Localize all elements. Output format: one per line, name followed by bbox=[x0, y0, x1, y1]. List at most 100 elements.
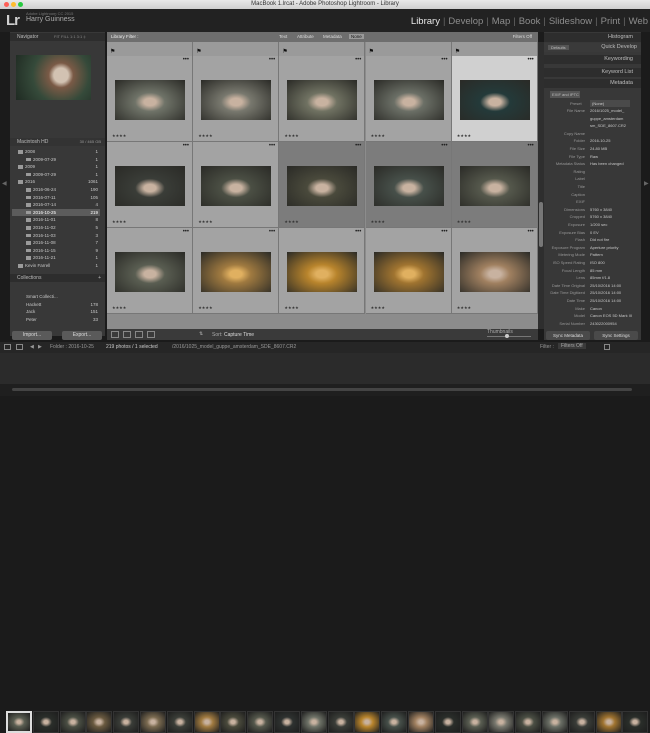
folder-row[interactable]: 2016-06-24 190 bbox=[12, 186, 100, 193]
thumbnail-size-handle[interactable] bbox=[505, 334, 509, 338]
thumbnail-cell[interactable]: ⚑ bbox=[279, 42, 366, 56]
more-options-icon[interactable]: ••• bbox=[527, 143, 533, 149]
rating-stars[interactable]: ★★★★ bbox=[112, 305, 126, 310]
keywording-header[interactable]: Keywording bbox=[544, 55, 641, 64]
filmstrip-thumbnail[interactable] bbox=[220, 711, 247, 733]
filmstrip-thumbnail[interactable] bbox=[515, 711, 542, 733]
filmstrip-thumbnail[interactable] bbox=[461, 711, 488, 733]
defaults-dropdown[interactable]: Defaults bbox=[548, 45, 569, 50]
rating-stars[interactable]: ★★★★ bbox=[371, 133, 385, 138]
filmstrip-thumbnail[interactable] bbox=[408, 711, 434, 733]
photo-thumbnail[interactable] bbox=[287, 80, 358, 120]
pick-flag-icon[interactable]: ⚑ bbox=[369, 48, 374, 55]
histogram-header[interactable]: Histogram bbox=[544, 33, 641, 42]
compare-view-icon[interactable] bbox=[135, 331, 143, 338]
folder-row[interactable]: Kevin Farrell 1 bbox=[12, 262, 100, 269]
photo-thumbnail[interactable] bbox=[287, 252, 358, 292]
metadata-value[interactable]: 5760 x 3840 bbox=[590, 214, 612, 219]
more-options-icon[interactable]: ••• bbox=[441, 143, 447, 149]
sort-direction-icon[interactable]: ⇅ bbox=[199, 331, 203, 337]
photo-thumbnail[interactable] bbox=[459, 80, 530, 120]
rating-stars[interactable]: ★★★★ bbox=[112, 219, 126, 224]
filter-attribute[interactable]: Attribute bbox=[297, 34, 314, 39]
filmstrip-thumbnail[interactable] bbox=[86, 711, 113, 733]
filmstrip-thumbnail[interactable] bbox=[542, 711, 568, 733]
photo-thumbnail[interactable] bbox=[373, 252, 444, 292]
metadata-value[interactable]: 25/10/2016 14:00 bbox=[590, 290, 621, 295]
metadata-value[interactable]: 2016-10-25 bbox=[590, 138, 610, 143]
metadata-value[interactable]: 85mm f/1.8 bbox=[590, 275, 610, 280]
sync-metadata-button[interactable]: Sync Metadata bbox=[546, 331, 590, 340]
pick-flag-icon[interactable]: ⚑ bbox=[196, 48, 201, 55]
thumbnail-cell[interactable]: ★★★★ ••• bbox=[451, 142, 538, 228]
grid-view-icon[interactable] bbox=[111, 331, 119, 338]
metadata-value[interactable]: 2016/1025_model_ bbox=[590, 108, 624, 113]
pick-flag-icon[interactable]: ⚑ bbox=[282, 48, 287, 55]
rating-stars[interactable]: ★★★★ bbox=[457, 305, 471, 310]
rating-stars[interactable]: ★★★★ bbox=[198, 133, 212, 138]
metadata-value[interactable]: 25/10/2016 14:00 bbox=[590, 298, 621, 303]
module-web[interactable]: Web bbox=[629, 16, 648, 27]
grid-scroll-thumb[interactable] bbox=[539, 202, 543, 247]
metadata-value[interactable]: ISO 800 bbox=[590, 260, 605, 265]
navigator-preview[interactable] bbox=[16, 55, 91, 100]
pick-flag-icon[interactable]: ⚑ bbox=[110, 48, 115, 55]
metadata-value[interactable]: 1/200 sec bbox=[590, 222, 607, 227]
thumbnail-cell[interactable]: ⚑ bbox=[107, 42, 193, 56]
more-options-icon[interactable]: ••• bbox=[355, 229, 361, 235]
module-book[interactable]: Book bbox=[519, 16, 541, 27]
metadata-value[interactable]: 5760 x 3840 bbox=[590, 207, 612, 212]
more-options-icon[interactable]: ••• bbox=[269, 143, 275, 149]
folder-row[interactable]: 2016 1061 bbox=[12, 178, 100, 185]
collections-header[interactable]: Collections + bbox=[10, 274, 105, 282]
metadata-value[interactable]: 25/10/2016 14:00 bbox=[590, 283, 621, 288]
photo-thumbnail[interactable] bbox=[115, 252, 185, 292]
thumbnail-cell[interactable]: ⚑ bbox=[193, 42, 280, 56]
more-options-icon[interactable]: ••• bbox=[441, 57, 447, 63]
thumbnail-size-slider[interactable] bbox=[487, 336, 531, 337]
metadata-header[interactable]: Metadata bbox=[544, 79, 641, 88]
thumbnail-cell[interactable]: ⚑ bbox=[451, 42, 538, 56]
navigator-header[interactable]: Navigator FIT FILL 1:1 3:1 ‡ bbox=[10, 33, 105, 41]
filmstrip-thumbnail[interactable] bbox=[193, 711, 220, 733]
metadata-preset-dropdown[interactable]: (None) bbox=[590, 100, 630, 107]
more-options-icon[interactable]: ••• bbox=[355, 143, 361, 149]
photo-thumbnail[interactable] bbox=[373, 80, 444, 120]
photo-thumbnail[interactable] bbox=[201, 166, 272, 206]
metadata-value[interactable]: Canon bbox=[590, 306, 602, 311]
metadata-value[interactable]: 0 EV bbox=[590, 230, 599, 235]
collection-row[interactable]: Peter 33 bbox=[12, 316, 100, 323]
rating-stars[interactable]: ★★★★ bbox=[284, 305, 298, 310]
rating-stars[interactable]: ★★★★ bbox=[371, 219, 385, 224]
filmstrip-thumbnail[interactable] bbox=[488, 711, 515, 733]
more-options-icon[interactable]: ••• bbox=[527, 229, 533, 235]
photo-thumbnail[interactable] bbox=[373, 166, 444, 206]
filmstrip-source[interactable]: Folder : 2016-10-25 bbox=[50, 344, 94, 350]
second-window-icon[interactable] bbox=[4, 344, 11, 350]
filmstrip-thumbnail[interactable] bbox=[247, 711, 274, 733]
filmstrip-thumbnail[interactable] bbox=[59, 711, 86, 733]
keyword-list-header[interactable]: Keyword List bbox=[544, 68, 641, 77]
filmstrip-thumbnail[interactable] bbox=[166, 711, 193, 733]
more-options-icon[interactable]: ••• bbox=[183, 143, 189, 149]
thumbnail-cell[interactable]: ★★★★ ••• bbox=[193, 56, 280, 142]
filmstrip-scrollbar[interactable] bbox=[0, 384, 650, 396]
filters-off-toggle[interactable]: Filters Off bbox=[513, 34, 532, 39]
more-options-icon[interactable]: ••• bbox=[183, 229, 189, 235]
zoom-window-button[interactable] bbox=[18, 2, 23, 7]
module-library[interactable]: Library bbox=[411, 16, 440, 27]
folder-row[interactable]: 2016-11-08 7 bbox=[12, 239, 100, 246]
survey-view-icon[interactable] bbox=[147, 331, 155, 338]
filmstrip-thumbnail[interactable] bbox=[6, 711, 32, 733]
module-develop[interactable]: Develop bbox=[448, 16, 483, 27]
thumbnail-cell[interactable]: ★★★★ ••• bbox=[193, 228, 280, 314]
folder-row[interactable]: 2009 1 bbox=[12, 163, 100, 170]
filmstrip-thumbnail[interactable] bbox=[327, 711, 354, 733]
more-options-icon[interactable]: ••• bbox=[355, 57, 361, 63]
more-options-icon[interactable]: ••• bbox=[441, 229, 447, 235]
filmstrip-thumbnail[interactable] bbox=[354, 711, 381, 733]
close-window-button[interactable] bbox=[4, 2, 9, 7]
rating-stars[interactable]: ★★★★ bbox=[457, 133, 471, 138]
more-options-icon[interactable]: ••• bbox=[527, 57, 533, 63]
metadata-value[interactable]: 85 mm bbox=[590, 268, 602, 273]
